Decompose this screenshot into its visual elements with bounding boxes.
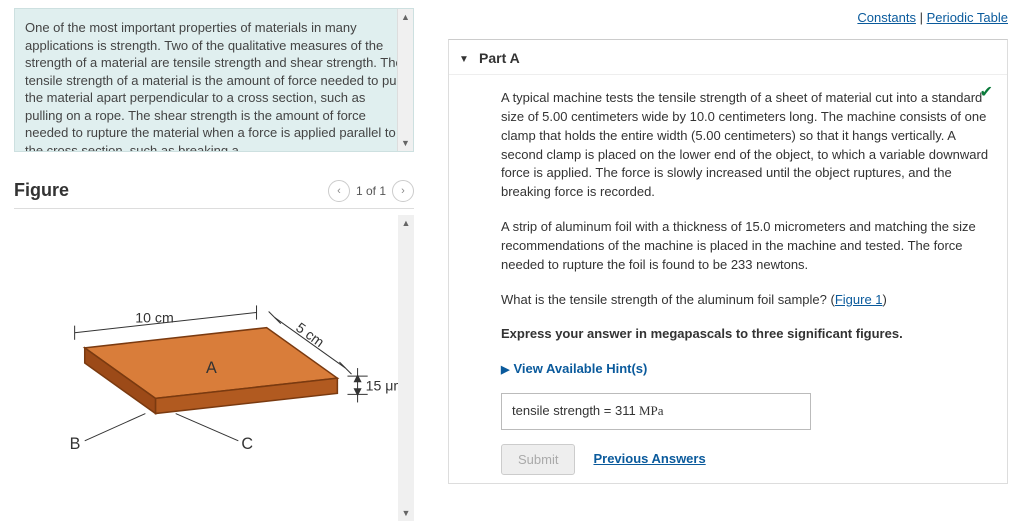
part-a-body: A typical machine tests the tensile stre… xyxy=(449,75,1007,483)
figure-header: Figure ‹ 1 of 1 › xyxy=(14,180,414,209)
answer-box[interactable]: tensile strength = 311 MPa xyxy=(501,393,811,430)
part-a-box: ▼ Part A ✔ A typical machine tests the t… xyxy=(448,39,1008,484)
part-a-instruction: Express your answer in megapascals to th… xyxy=(501,325,989,344)
dim-thick: 15 μm xyxy=(366,377,398,393)
intro-panel: One of the most important properties of … xyxy=(14,8,414,152)
intro-scrollbar[interactable]: ▲ ▼ xyxy=(397,9,413,151)
figure-svg: 10 cm 5 cm 15 μm A B C xyxy=(14,215,398,521)
pager-next-button[interactable]: › xyxy=(392,180,414,202)
dim-depth: 5 cm xyxy=(293,319,327,350)
part-a-header[interactable]: ▼ Part A ✔ xyxy=(449,40,1007,75)
part-a-p2: A strip of aluminum foil with a thicknes… xyxy=(501,218,989,275)
answer-label: tensile strength = xyxy=(512,403,615,418)
top-links: Constants | Periodic Table xyxy=(448,6,1008,39)
view-hints-toggle[interactable]: ▶View Available Hint(s) xyxy=(501,360,989,379)
scroll-down-icon[interactable]: ▼ xyxy=(398,135,413,151)
periodic-table-link[interactable]: Periodic Table xyxy=(927,10,1008,25)
answer-unit: MPa xyxy=(636,403,664,418)
label-b: B xyxy=(70,435,81,453)
dim-width: 10 cm xyxy=(135,309,173,325)
part-a-question: What is the tensile strength of the alum… xyxy=(501,291,989,310)
divider: | xyxy=(920,10,927,25)
submit-button: Submit xyxy=(501,444,575,475)
scroll-up-icon[interactable]: ▲ xyxy=(398,9,413,25)
pager-text: 1 of 1 xyxy=(356,184,386,198)
figure-1-link[interactable]: Figure 1 xyxy=(835,292,883,307)
label-a: A xyxy=(206,359,217,377)
constants-link[interactable]: Constants xyxy=(857,10,916,25)
figure-area: ▲ ▼ 10 cm 5 cm 15 μm xyxy=(14,215,414,521)
button-row: Submit Previous Answers xyxy=(501,444,989,475)
answer-value: 311 xyxy=(615,403,636,418)
previous-answers-link[interactable]: Previous Answers xyxy=(593,450,705,469)
figure-pager: ‹ 1 of 1 › xyxy=(328,180,414,202)
pager-prev-button[interactable]: ‹ xyxy=(328,180,350,202)
part-a-title: Part A xyxy=(479,50,520,66)
figure-title: Figure xyxy=(14,180,328,201)
label-c: C xyxy=(241,435,253,453)
figure-scroll-up-icon[interactable]: ▲ xyxy=(398,215,414,231)
part-a-p1: A typical machine tests the tensile stre… xyxy=(501,89,989,202)
figure-scroll-down-icon[interactable]: ▼ xyxy=(398,505,414,521)
caret-down-icon: ▼ xyxy=(459,54,469,65)
intro-text: One of the most important properties of … xyxy=(25,20,403,152)
check-icon: ✔ xyxy=(980,82,993,102)
triangle-right-icon: ▶ xyxy=(501,364,509,376)
